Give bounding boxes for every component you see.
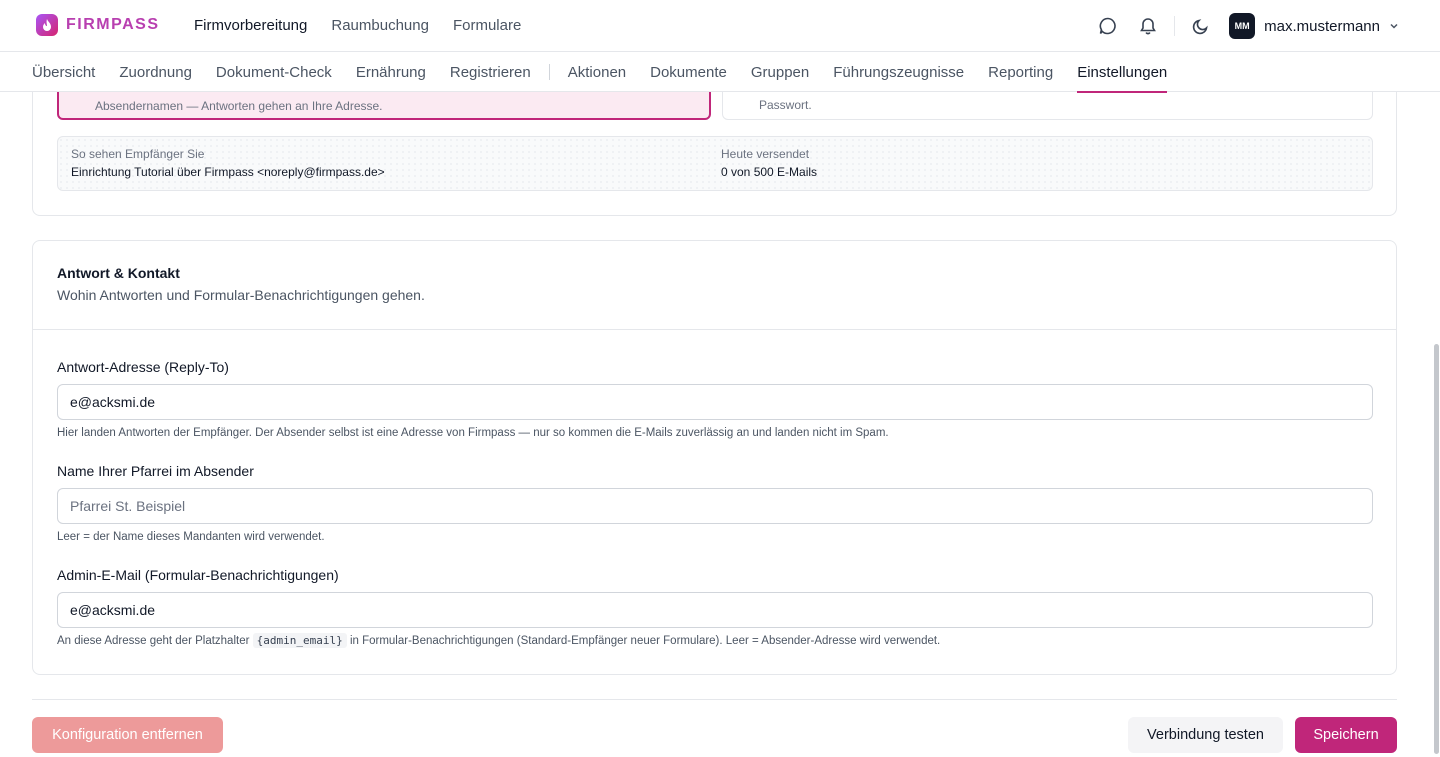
chevron-down-icon[interactable] xyxy=(1388,20,1400,32)
sender-name-help: Leer = der Name dieses Mandanten wird ve… xyxy=(57,531,325,543)
scrollbar-thumb[interactable] xyxy=(1434,344,1439,754)
chat-icon[interactable] xyxy=(1094,12,1122,40)
sender-option-description: Absendernamen — Antworten gehen an Ihre … xyxy=(95,99,383,113)
placeholder-code: {admin_email} xyxy=(252,633,347,648)
reply-contact-card: Antwort & Kontakt Wohin Antworten und Fo… xyxy=(32,240,1397,675)
bell-icon[interactable] xyxy=(1134,12,1162,40)
sender-card: Absendernamen — Antworten gehen an Ihre … xyxy=(32,92,1397,216)
tab-aktionen[interactable]: Aktionen xyxy=(568,52,626,92)
tab-dokumente[interactable]: Dokumente xyxy=(650,52,727,92)
sender-option-description: Passwort. xyxy=(759,98,812,112)
moon-icon[interactable] xyxy=(1187,12,1215,40)
settings-content: Absendernamen — Antworten gehen an Ihre … xyxy=(0,92,1440,757)
save-button[interactable]: Speichern xyxy=(1295,717,1397,753)
reply-to-label: Antwort-Adresse (Reply-To) xyxy=(57,359,229,375)
tab-reporting[interactable]: Reporting xyxy=(988,52,1053,92)
card-header: Antwort & Kontakt Wohin Antworten und Fo… xyxy=(33,241,1396,330)
main-nav: Firmvorbereitung Raumbuchung Formulare xyxy=(194,17,521,34)
admin-email-help-text: in Formular-Benachrichtigungen (Standard… xyxy=(349,635,941,647)
sender-name-label: Name Ihrer Pfarrei im Absender xyxy=(57,463,254,479)
admin-email-help: An diese Adresse geht der Platzhalter {a… xyxy=(57,633,941,648)
tab-divider xyxy=(548,64,550,80)
flame-icon xyxy=(36,14,58,36)
scrollbar[interactable] xyxy=(1432,92,1440,757)
tab-gruppen[interactable]: Gruppen xyxy=(751,52,809,92)
card-subtitle: Wohin Antworten und Formular-Benachricht… xyxy=(57,287,425,303)
admin-email-label: Admin-E-Mail (Formular-Benachrichtigunge… xyxy=(57,567,339,583)
top-right-controls: MM max.mustermann xyxy=(1082,12,1400,40)
tab-fuehrungszeugnisse[interactable]: Führungszeugnisse xyxy=(833,52,964,92)
admin-email-input[interactable] xyxy=(57,592,1373,628)
sent-today-label: Heute versendet xyxy=(721,147,810,161)
avatar[interactable]: MM xyxy=(1229,13,1256,39)
reply-to-input[interactable] xyxy=(57,384,1373,420)
tab-ernaehrung[interactable]: Ernährung xyxy=(356,52,426,92)
sender-option-smtp[interactable]: Passwort. xyxy=(722,92,1373,120)
sender-name-input[interactable] xyxy=(57,488,1373,524)
main-nav-formulare[interactable]: Formulare xyxy=(453,17,521,34)
top-bar: FIRMPASS Firmvorbereitung Raumbuchung Fo… xyxy=(0,0,1440,52)
preview-value: Einrichtung Tutorial über Firmpass <nore… xyxy=(71,165,385,179)
test-connection-button[interactable]: Verbindung testen xyxy=(1128,717,1283,753)
tab-dokument-check[interactable]: Dokument-Check xyxy=(216,52,332,92)
brand-name: FIRMPASS xyxy=(66,16,160,33)
divider xyxy=(1174,16,1176,36)
tab-zuordnung[interactable]: Zuordnung xyxy=(119,52,192,92)
sent-today-value: 0 von 500 E-Mails xyxy=(721,165,818,179)
admin-email-help-text: An diese Adresse geht der Platzhalter xyxy=(57,635,250,647)
remove-config-button[interactable]: Konfiguration entfernen xyxy=(32,717,223,753)
brand-logo[interactable]: FIRMPASS xyxy=(36,14,159,36)
preview-label: So sehen Empfänger Sie xyxy=(71,147,205,161)
action-bar: Konfiguration entfernen Verbindung teste… xyxy=(32,699,1397,757)
main-nav-raumbuchung[interactable]: Raumbuchung xyxy=(331,17,429,34)
sub-nav: Übersicht Zuordnung Dokument-Check Ernäh… xyxy=(0,52,1440,93)
tab-einstellungen[interactable]: Einstellungen xyxy=(1077,52,1168,93)
main-nav-firmvorbereitung[interactable]: Firmvorbereitung xyxy=(194,17,307,34)
user-name[interactable]: max.mustermann xyxy=(1264,18,1380,35)
sender-preview: So sehen Empfänger Sie Einrichtung Tutor… xyxy=(57,136,1373,191)
sender-option-selected[interactable]: Absendernamen — Antworten gehen an Ihre … xyxy=(57,92,711,120)
tab-uebersicht[interactable]: Übersicht xyxy=(32,52,95,92)
tab-registrieren[interactable]: Registrieren xyxy=(450,52,531,92)
reply-to-help: Hier landen Antworten der Empfänger. Der… xyxy=(57,427,889,439)
card-title: Antwort & Kontakt xyxy=(57,265,180,281)
